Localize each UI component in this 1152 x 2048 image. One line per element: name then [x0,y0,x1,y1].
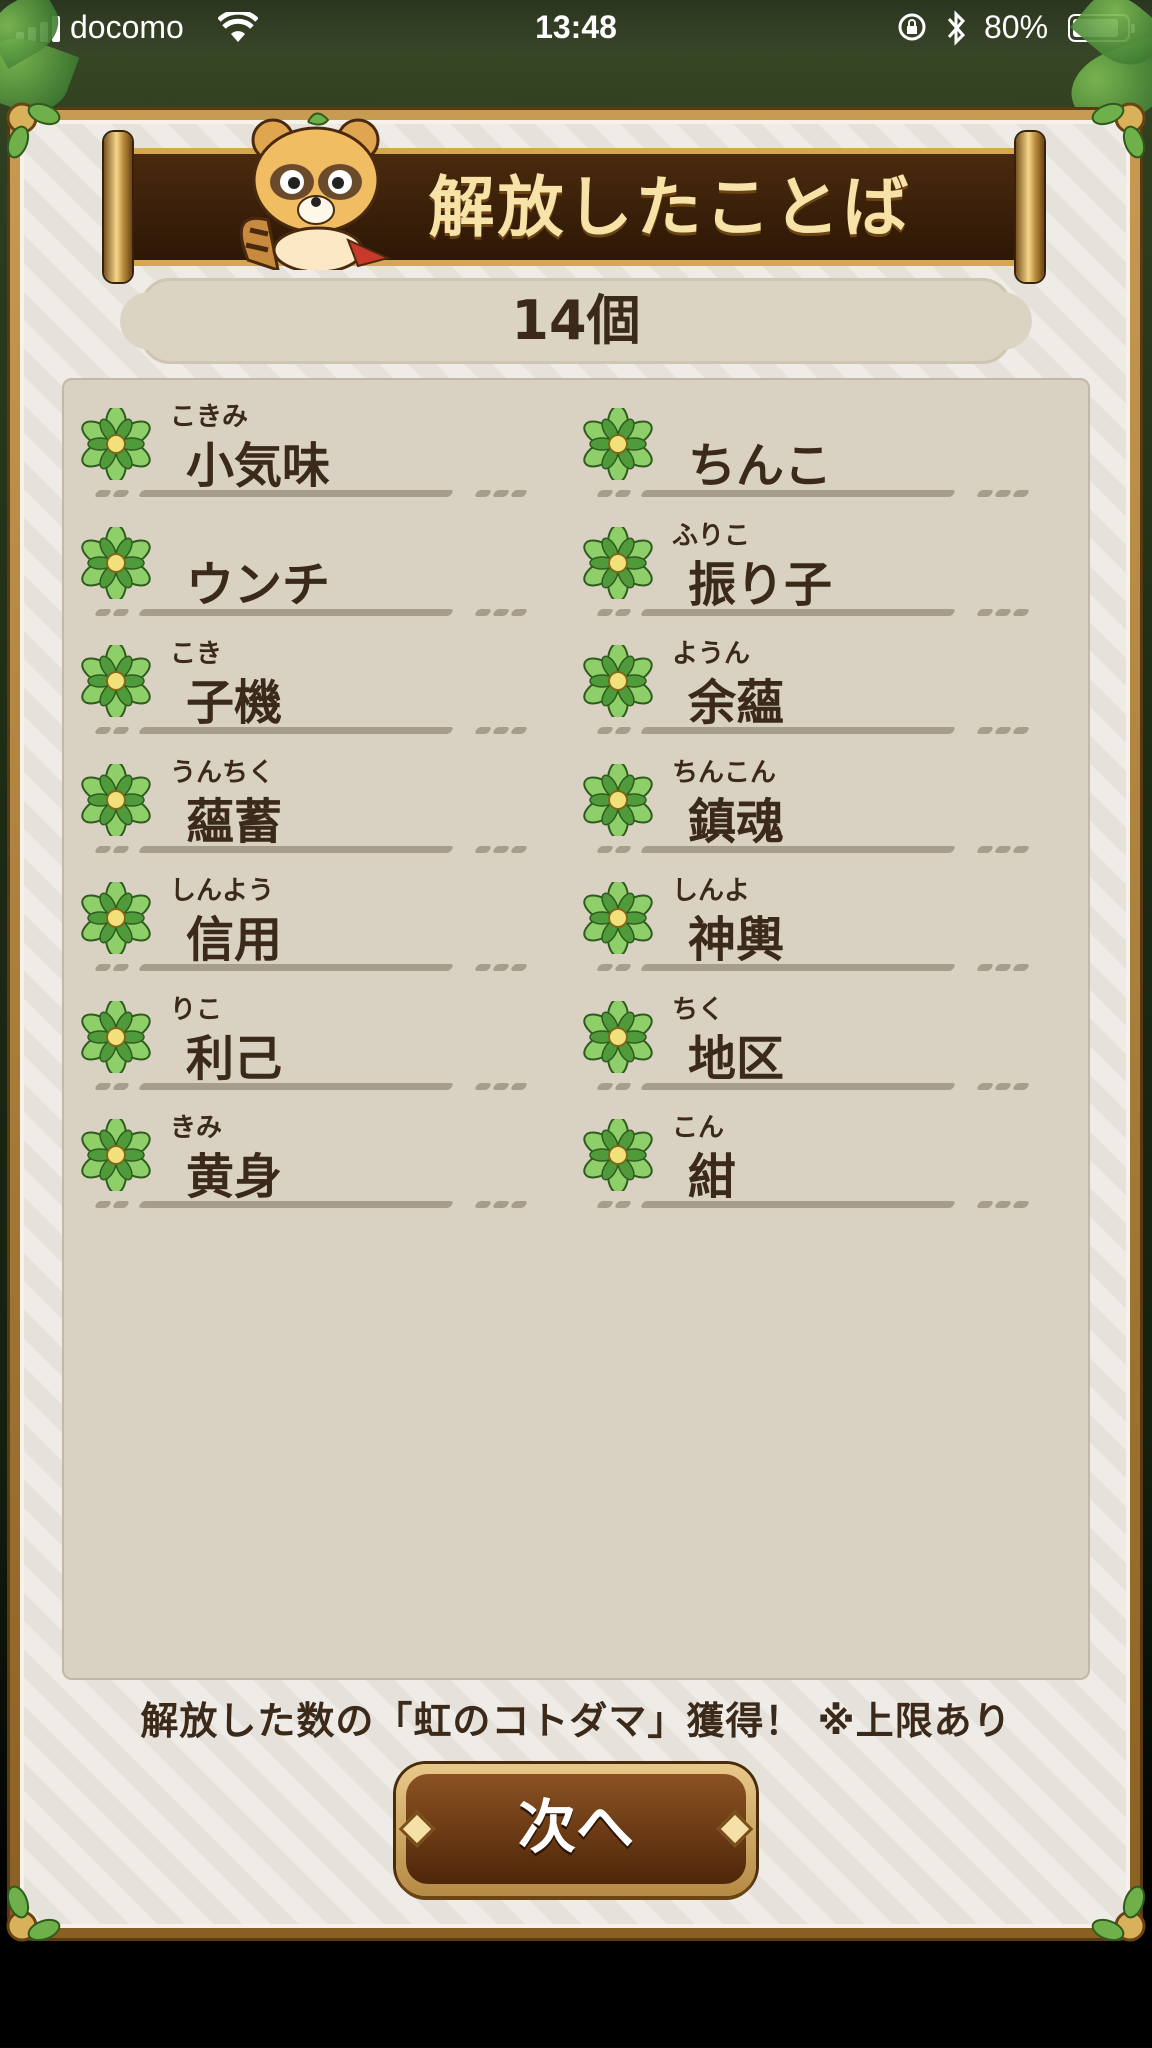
word-list-item: こきみ 小気味 [72,384,562,502]
tanuki-mascot-icon [239,112,391,270]
word-list-item: ちんこ [574,384,1064,502]
word-text: 黄身 [186,1149,283,1205]
scroll-rod-left [104,132,132,282]
leaf-flower-icon [80,405,152,483]
word-text: 信用 [186,912,283,968]
leaf-flower-icon [80,760,152,839]
divider [93,1082,566,1091]
divider [595,608,1068,617]
word-text: 小気味 [186,438,331,494]
word-text: 蘊蓄 [186,793,283,850]
page-title: 解放したことば [428,169,912,246]
word-list-item: ふりこ 振り子 [574,503,1064,621]
leaf-flower-icon [582,405,654,483]
word-list-item: ちんこん 鎮魂 [574,740,1064,858]
reward-note: 解放した数の「虹のコトダマ」獲得！ ※上限あり [140,1699,1012,1743]
status-bar: docomo 13:48 80% [0,0,1152,56]
count-bar: 14個 [120,278,1032,364]
divider [93,727,566,735]
leaf-flower-icon [582,642,654,720]
leaf-flower-icon [80,642,152,720]
word-text: 余蘊 [688,675,785,731]
divider [93,490,566,498]
word-text: 子機 [186,675,283,731]
word-list-item: うんちく 蘊蓄 [72,740,562,858]
leaf-flower-icon [582,523,654,602]
leaf-flower-icon [582,760,654,839]
word-list-item: こん紺 [574,1095,1064,1213]
word-list-item: きみ 黄身 [72,1095,562,1213]
word-text: 神輿 [688,912,785,968]
word-list-item: ウンチ [72,503,562,621]
word-text: 地区 [688,1030,785,1087]
divider [93,964,566,972]
leaf-flower-icon [582,997,654,1076]
corner-ornament-icon [6,102,61,159]
next-button[interactable]: 次へ [396,1764,756,1896]
divider [595,727,1068,735]
word-text: ちんこ [688,438,833,494]
leaf-flower-icon [80,1116,152,1194]
word-list-item: こき 子機 [72,621,562,739]
leaf-flower-icon [80,997,152,1076]
leaf-flower-icon [582,1116,654,1194]
scroll-rod-right [1016,132,1044,282]
leaf-flower-icon [582,879,654,957]
divider [595,845,1068,854]
word-list-item: ちく 地区 [574,977,1064,1095]
bluetooth-icon [947,10,966,46]
divider [93,845,566,854]
rotation-lock-icon [898,13,926,41]
divider [93,1201,566,1209]
leaf-flower-icon [80,879,152,957]
battery-percent: 80% [984,9,1049,45]
corner-ornament-icon [1091,1885,1146,1942]
next-button-label: 次へ [517,1793,634,1861]
divider [595,964,1068,972]
word-text: 利己 [186,1030,283,1087]
word-list-item: ようん 余蘊 [574,621,1064,739]
corner-ornament-icon [1091,102,1146,159]
word-list-item: りこ 利己 [72,977,562,1095]
word-list-item: しんよ 神輿 [574,858,1064,976]
leaf-flower-icon [80,523,152,602]
word-text: 鎮魂 [688,793,785,850]
word-list-item: しんよう 信用 [72,858,562,976]
divider [93,608,566,617]
word-text: ウンチ [186,556,331,613]
clock: 13:48 [535,9,617,45]
word-text: 紺 [688,1149,737,1205]
unlocked-count: 14個 [511,289,641,352]
divider [595,1201,1068,1209]
corner-ornament-icon [6,1885,61,1942]
divider [595,490,1068,498]
word-text: 振り子 [688,556,833,613]
divider [595,1082,1068,1091]
